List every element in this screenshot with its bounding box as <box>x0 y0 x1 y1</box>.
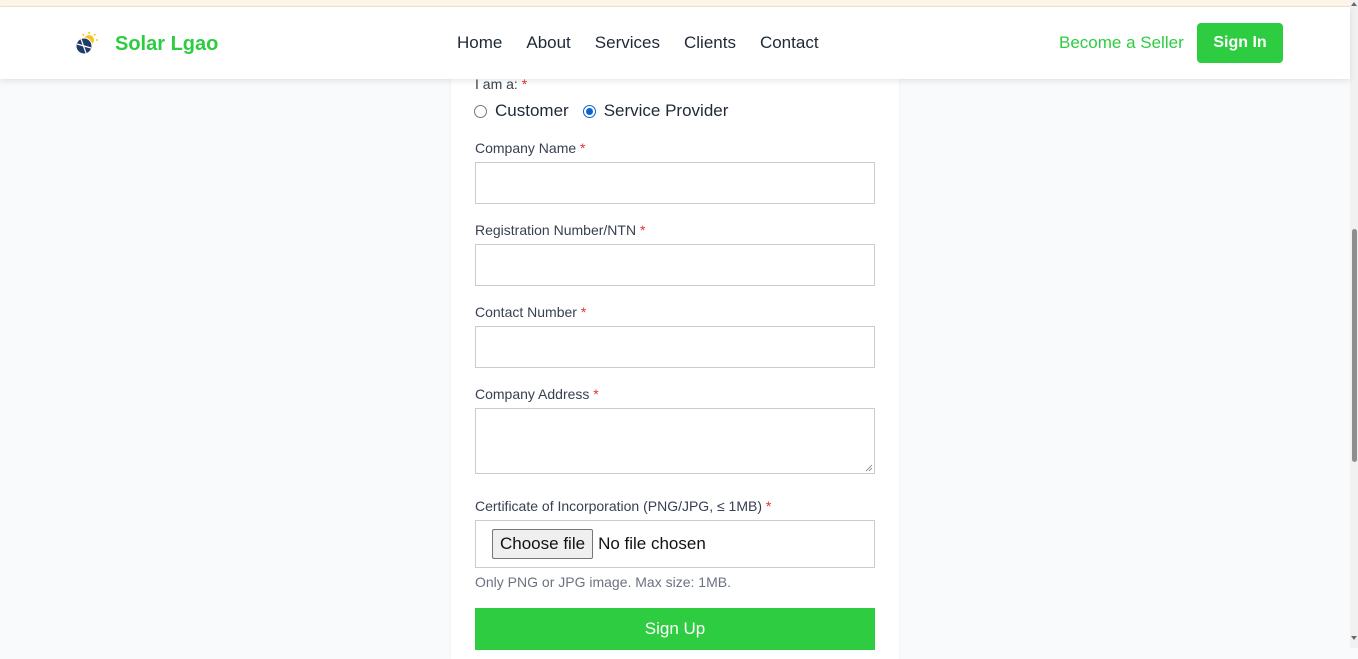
nav-link-home[interactable]: Home <box>457 33 502 53</box>
company-address-textarea[interactable] <box>475 408 875 474</box>
radio-service-provider[interactable] <box>582 104 596 118</box>
registration-label-text: Registration Number/NTN <box>475 222 637 238</box>
brand-name[interactable]: Solar Lgao <box>115 33 218 56</box>
main-nav: Home About Services Clients Contact <box>457 33 819 53</box>
required-mark: * <box>765 498 772 514</box>
nav-link-services[interactable]: Services <box>595 33 660 53</box>
company-address-label: Company Address * <box>475 386 599 402</box>
radio-customer-label[interactable]: Customer <box>495 101 569 121</box>
company-name-input[interactable] <box>475 162 875 204</box>
file-status: No file chosen <box>598 534 706 553</box>
scroll-up-icon[interactable] <box>1351 2 1357 6</box>
top-notice-strip <box>0 0 1358 7</box>
required-mark: * <box>639 222 646 238</box>
certificate-label: Certificate of Incorporation (PNG/JPG, ≤… <box>475 498 771 514</box>
solar-panel-sun-icon <box>75 32 98 55</box>
contact-number-label: Contact Number * <box>475 304 586 320</box>
required-mark: * <box>580 304 587 320</box>
certificate-label-text: Certificate of Incorporation (PNG/JPG, ≤… <box>475 498 762 514</box>
required-mark: * <box>580 140 586 156</box>
scroll-thumb[interactable] <box>1352 229 1357 462</box>
registration-input[interactable] <box>475 244 875 286</box>
company-address-label-text: Company Address <box>475 386 590 402</box>
company-name-label-text: Company Name <box>475 140 577 156</box>
scroll-down-icon[interactable] <box>1351 636 1357 640</box>
registration-label: Registration Number/NTN * <box>475 222 645 238</box>
certificate-file-input: Choose file No file chosen <box>475 520 875 568</box>
nav-link-about[interactable]: About <box>526 33 570 53</box>
contact-number-label-text: Contact Number <box>475 304 577 320</box>
sign-in-button[interactable]: Sign In <box>1197 23 1283 63</box>
role-radio-group: Customer Service Provider <box>474 101 742 121</box>
page-scrollbar[interactable] <box>1350 0 1358 648</box>
nav-link-clients[interactable]: Clients <box>684 33 736 53</box>
required-mark: * <box>593 386 599 402</box>
sign-up-button[interactable]: Sign Up <box>475 608 875 650</box>
signup-form-card: I am a: * Customer Service Provider Comp… <box>451 76 899 659</box>
choose-file-button[interactable]: Choose file <box>492 529 594 559</box>
brand-logo[interactable]: Solar Lgao <box>73 31 218 57</box>
become-seller-link[interactable]: Become a Seller <box>1059 33 1184 53</box>
navbar: Solar Lgao Home About Services Clients C… <box>0 7 1350 79</box>
radio-service-provider-label[interactable]: Service Provider <box>604 101 729 121</box>
contact-number-input[interactable] <box>475 326 875 368</box>
nav-link-contact[interactable]: Contact <box>760 33 819 53</box>
file-hint: Only PNG or JPG image. Max size: 1MB. <box>475 574 731 590</box>
company-name-label: Company Name * <box>475 140 586 156</box>
resize-grip-icon[interactable] <box>865 464 873 472</box>
radio-customer[interactable] <box>474 104 487 118</box>
